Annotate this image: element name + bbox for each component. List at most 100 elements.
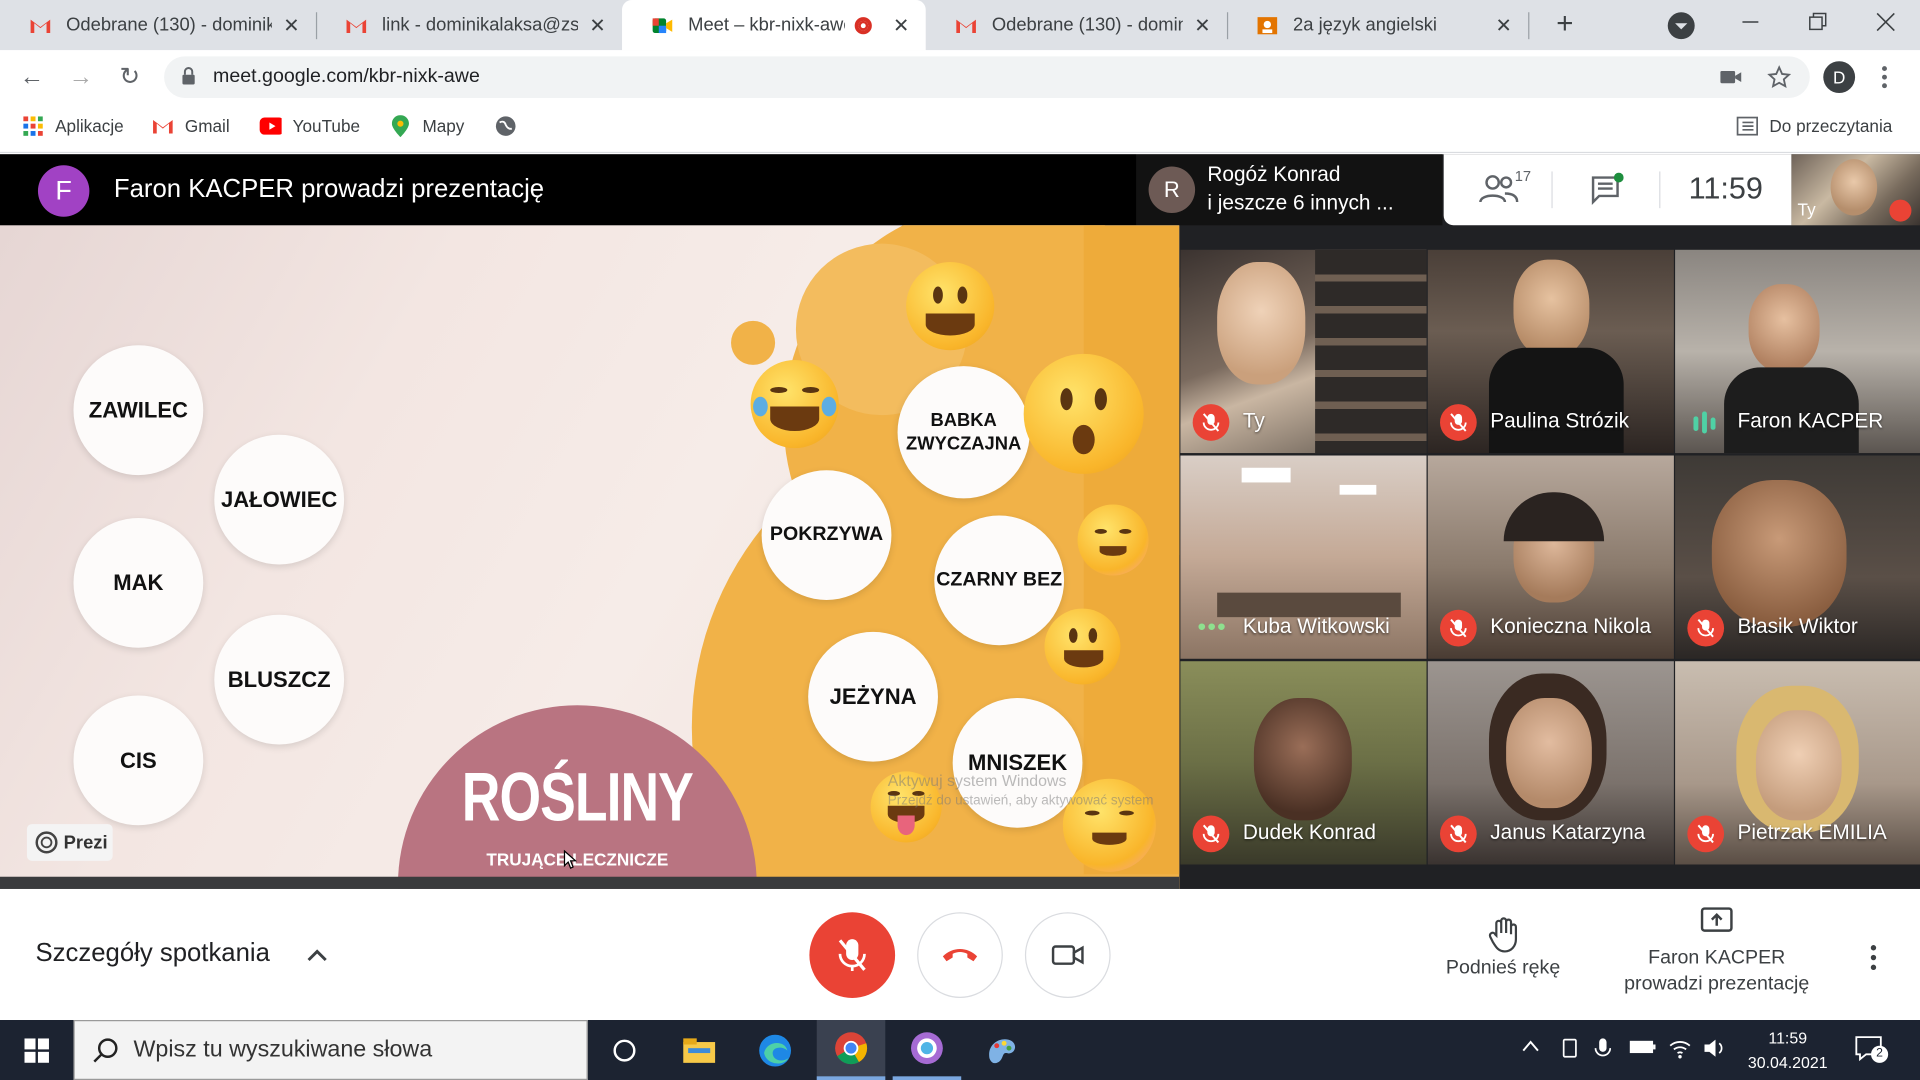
bookmark-youtube[interactable]: YouTube — [259, 115, 360, 137]
maps-pin-icon — [389, 115, 411, 138]
word-bubble: BLUSZCZ — [214, 614, 345, 745]
word-bubble: CIS — [73, 695, 204, 826]
back-arrow-icon[interactable]: ← — [15, 60, 49, 94]
smiley-emoji-icon — [906, 262, 995, 351]
participant-tile[interactable]: Paulina Strózik — [1427, 249, 1674, 454]
close-icon[interactable]: ✕ — [585, 13, 609, 37]
tray-device-icon[interactable] — [1560, 1037, 1580, 1064]
active-speaker-panel[interactable]: R Rogóż Konrad i jeszcze 6 innych ... — [1136, 154, 1443, 226]
restore-icon[interactable] — [1806, 10, 1830, 34]
meeting-clock: 11:59 — [1688, 171, 1763, 206]
chrome-app-icon[interactable] — [892, 1020, 962, 1080]
more-options-icon[interactable] — [1861, 943, 1885, 972]
search-icon — [93, 1037, 118, 1062]
windows-start-icon[interactable] — [2, 1020, 71, 1080]
mic-toggle-button[interactable] — [809, 912, 896, 998]
surprised-emoji-icon — [1023, 353, 1144, 474]
taskbar-search-box[interactable]: Wpisz tu wyszukiwane słowa — [73, 1020, 588, 1080]
participant-tile[interactable]: Błasik Wiktor — [1675, 455, 1920, 659]
raise-hand-button[interactable]: Podnieś rękę — [1433, 916, 1574, 980]
browser-toolbar: ← → ↻ meet.google.com/kbr-nixk-awe D — [0, 50, 1920, 105]
bookmark-gmail[interactable]: Gmail — [152, 115, 230, 137]
url-text: meet.google.com/kbr-nixk-awe — [213, 66, 480, 87]
hand-icon — [1488, 917, 1517, 953]
system-clock[interactable]: 11:59 30.04.2021 — [1736, 1026, 1839, 1075]
gmail-icon — [955, 14, 977, 36]
profile-avatar[interactable]: D — [1823, 61, 1856, 94]
bookmark-globe[interactable] — [495, 115, 528, 137]
apps-grid-icon — [22, 115, 44, 137]
mic-off-icon — [1687, 609, 1725, 647]
meeting-details-button[interactable]: Szczegóły spotkania — [36, 939, 270, 968]
edge-browser-icon[interactable] — [741, 1020, 810, 1080]
prezi-logo: Prezi — [26, 824, 113, 861]
speaker-avatar: R — [1148, 166, 1196, 214]
bookmark-maps[interactable]: Mapy — [389, 115, 464, 138]
globe-icon — [495, 115, 517, 137]
speaker-name: Rogóż Konrad — [1207, 162, 1341, 187]
chrome-browser-icon[interactable] — [816, 1020, 886, 1080]
participant-tile[interactable]: ••• Kuba Witkowski — [1180, 455, 1427, 659]
camera-in-use-icon[interactable] — [1719, 67, 1743, 87]
bookmark-apps[interactable]: Aplikacje — [22, 115, 124, 137]
word-bubble: ZAWILEC — [73, 345, 204, 476]
tab-search-chevron-icon[interactable] — [1667, 12, 1695, 40]
tab-gmail-link[interactable]: link - dominikalaksa@zsw ✕ — [316, 0, 622, 50]
blushing-emoji-icon — [1077, 504, 1149, 576]
paint-app-icon[interactable] — [967, 1020, 1036, 1080]
mic-off-icon — [1192, 404, 1230, 441]
prezi-icon — [35, 831, 58, 854]
tray-microphone-icon[interactable] — [1594, 1037, 1612, 1066]
participant-tile[interactable]: Janus Katarzyna — [1427, 661, 1674, 865]
participant-tile[interactable]: Pietrzak EMILIA — [1675, 661, 1920, 865]
participant-tile[interactable]: Konieczna Nikola — [1427, 455, 1674, 659]
presentation-header: F Faron KACPER prowadzi prezentację — [0, 154, 1137, 226]
leave-call-button[interactable] — [917, 912, 1003, 998]
mic-off-icon — [1440, 404, 1477, 441]
cortana-icon[interactable] — [590, 1020, 659, 1080]
close-icon[interactable]: ✕ — [1491, 13, 1515, 37]
reading-list[interactable]: Do przeczytania — [1736, 115, 1892, 137]
classroom-icon — [1256, 14, 1278, 36]
camera-toggle-button[interactable] — [1024, 912, 1111, 998]
tab-gmail-inbox-2[interactable]: Odebrane (130) - dominik ✕ — [926, 0, 1227, 50]
tab-gmail-inbox[interactable]: Odebrane (130) - dominik ✕ — [0, 0, 316, 50]
tab-meet[interactable]: Meet – kbr-nixk-awe ✕ — [622, 0, 926, 51]
notifications-icon[interactable]: 2 — [1854, 1035, 1889, 1067]
close-icon[interactable]: ✕ — [889, 13, 913, 37]
present-now-button[interactable]: Faron KACPER prowadzi prezentację — [1607, 906, 1827, 997]
file-explorer-icon[interactable] — [665, 1020, 734, 1080]
volume-icon[interactable] — [1702, 1037, 1726, 1064]
battery-icon[interactable] — [1629, 1037, 1658, 1061]
speaking-indicator-icon — [1692, 411, 1719, 434]
browser-tab-strip: Odebrane (130) - dominik ✕ link - domini… — [0, 0, 1920, 51]
wifi-icon[interactable] — [1668, 1037, 1692, 1064]
close-window-icon[interactable] — [1873, 10, 1897, 34]
meet-icon — [651, 14, 673, 36]
reload-icon[interactable]: ↻ — [113, 60, 147, 94]
laughing-emoji-icon — [750, 360, 839, 449]
participant-tile[interactable]: Ty — [1180, 249, 1427, 454]
tab-classroom[interactable]: 2a język angielski ✕ — [1227, 0, 1528, 50]
gmail-icon — [29, 14, 51, 36]
minimize-icon[interactable] — [1739, 10, 1763, 34]
tray-chevron-up-icon[interactable] — [1521, 1037, 1541, 1058]
address-bar[interactable]: meet.google.com/kbr-nixk-awe — [164, 56, 1810, 98]
close-icon[interactable]: ✕ — [1190, 13, 1214, 37]
menu-dots-icon[interactable] — [1878, 62, 1890, 91]
participant-tile[interactable]: Dudek Konrad — [1180, 661, 1427, 865]
people-icon[interactable]: 17 — [1478, 167, 1537, 208]
participant-count: 17 — [1514, 167, 1532, 185]
presentation-title: Faron KACPER prowadzi prezentację — [113, 175, 545, 204]
new-tab-plus-icon[interactable]: + — [1548, 7, 1582, 41]
more-dots-icon: ••• — [1197, 613, 1227, 641]
presenter-navigation-bar[interactable] — [0, 876, 1180, 889]
close-icon[interactable]: ✕ — [279, 13, 303, 37]
self-view-thumbnail[interactable]: Ty — [1791, 154, 1920, 226]
forward-arrow-icon[interactable]: → — [64, 60, 98, 94]
presenter-avatar: F — [37, 165, 90, 217]
chat-icon[interactable] — [1589, 172, 1624, 207]
participant-tile[interactable]: Faron KACPER — [1675, 249, 1920, 454]
chevron-up-icon[interactable] — [304, 943, 331, 967]
star-icon[interactable] — [1767, 65, 1792, 89]
